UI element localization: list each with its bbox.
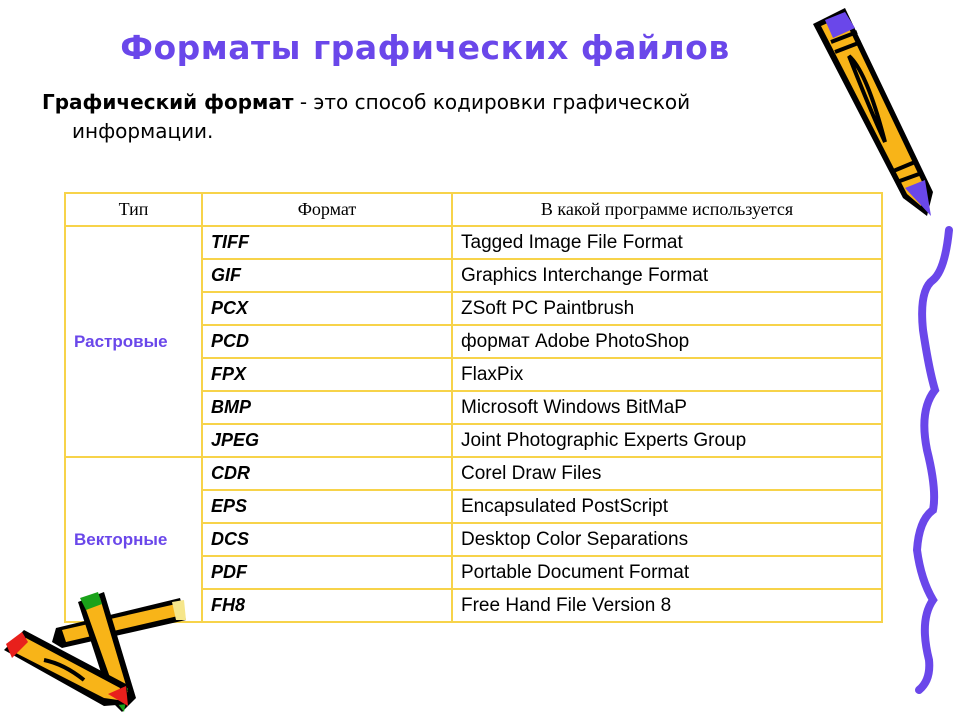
format-cell: PCD — [201, 324, 453, 359]
format-cell: PCX — [201, 291, 453, 326]
definition-term: Графический формат — [42, 90, 294, 114]
formats-table: Тип Формат В какой программе используетс… — [64, 192, 883, 623]
program-cell: ZSoft PC Paintbrush — [451, 291, 883, 326]
header-format: Формат — [201, 192, 453, 227]
crossed-pencils-icon — [4, 592, 186, 712]
format-cell: GIF — [201, 258, 453, 293]
format-cell: EPS — [201, 489, 453, 524]
type-cell: Растровые — [64, 225, 203, 458]
program-cell: Corel Draw Files — [451, 456, 883, 491]
program-cell: Graphics Interchange Format — [451, 258, 883, 293]
table-row: Векторные CDR Corel Draw Files — [64, 456, 883, 623]
table-header-row: Тип Формат В какой программе используетс… — [64, 192, 883, 227]
definition-text: Графический формат - это способ кодировк… — [42, 88, 762, 146]
program-cell: Encapsulated PostScript — [451, 489, 883, 524]
format-cell: JPEG — [201, 423, 453, 458]
program-cell: формат Adobe PhotoShop — [451, 324, 883, 359]
slide-title: Форматы графических файлов — [120, 28, 730, 67]
squiggle-line-icon — [912, 226, 953, 694]
definition-body: - это способ кодировки графической — [293, 90, 691, 114]
header-type: Тип — [64, 192, 203, 227]
program-cell: Joint Photographic Experts Group — [451, 423, 883, 458]
program-cell: Portable Document Format — [451, 555, 883, 590]
format-cell: FPX — [201, 357, 453, 392]
format-cell: CDR — [201, 456, 453, 491]
pencil-back — [52, 598, 186, 648]
program-cell: Microsoft Windows BitMaP — [451, 390, 883, 425]
table-row: Растровые TIFF Tagged Image File Format — [64, 225, 883, 458]
pencil-icon — [813, 8, 933, 216]
format-cell: FH8 — [201, 588, 453, 623]
format-cell: DCS — [201, 522, 453, 557]
definition-body-line2: информации. — [72, 119, 214, 143]
program-cell: FlaxPix — [451, 357, 883, 392]
program-cell: Free Hand File Version 8 — [451, 588, 883, 623]
format-cell: TIFF — [201, 225, 453, 260]
program-cell: Desktop Color Separations — [451, 522, 883, 557]
pencil-icon-shape — [813, 8, 933, 216]
format-cell: PDF — [201, 555, 453, 590]
format-cell: BMP — [201, 390, 453, 425]
